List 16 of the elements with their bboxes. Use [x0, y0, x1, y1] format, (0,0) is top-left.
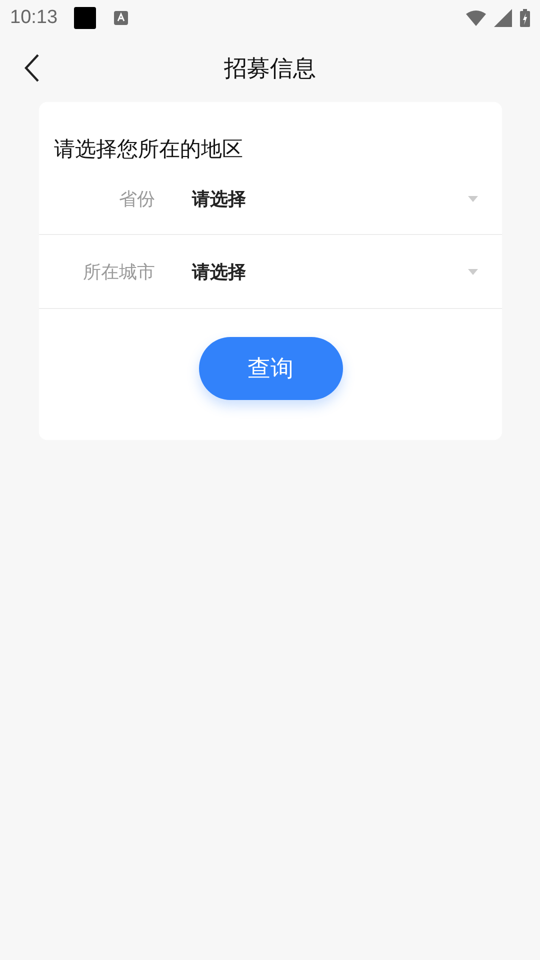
wifi-icon [466, 10, 486, 26]
query-button[interactable]: 查询 [198, 337, 342, 400]
signal-icon [494, 9, 512, 27]
field-label: 所在城市 [82, 260, 155, 284]
keyboard-notification-icon [114, 11, 128, 25]
status-time: 10:13 [10, 7, 58, 29]
app-notification-icon [74, 7, 96, 29]
form-heading: 请选择您所在的地区 [53, 136, 244, 163]
select-dropdown[interactable]: 请选择 [192, 252, 478, 292]
caret-icon [468, 268, 478, 274]
field-label: 省份 [118, 188, 155, 211]
page-title: 招募信息 [224, 54, 316, 84]
battery-icon [520, 9, 530, 27]
back-icon[interactable] [24, 54, 40, 82]
select-dropdown[interactable]: 请选择 [192, 179, 478, 219]
caret-icon [468, 196, 478, 202]
